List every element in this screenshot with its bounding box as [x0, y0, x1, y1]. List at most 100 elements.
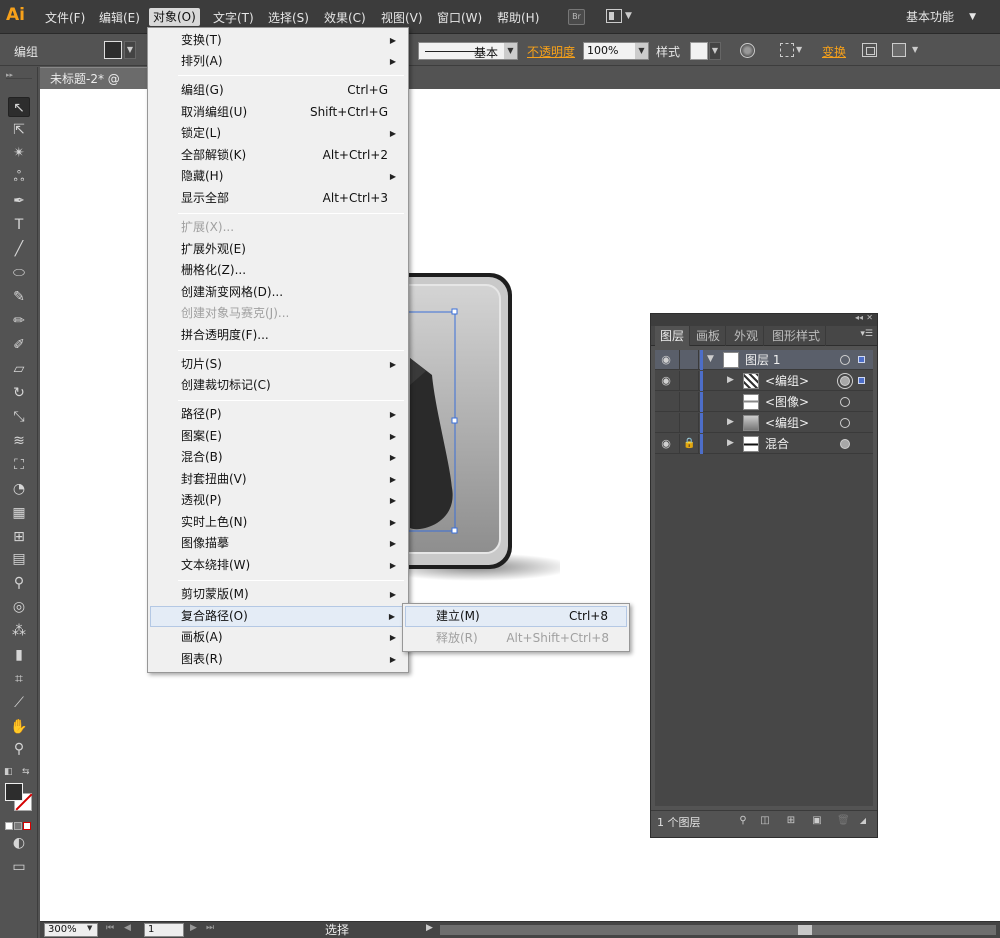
status-menu-icon[interactable]: ▶	[426, 923, 433, 933]
previous-artboard-icon[interactable]: ◀	[124, 923, 131, 933]
trash-icon[interactable]: 🗑	[837, 815, 850, 827]
chevron-down-icon[interactable]: ▼	[709, 42, 721, 60]
menu-item-envelope-distort[interactable]: 封套扭曲(V) ▶	[150, 469, 406, 490]
menu-item-arrange[interactable]: 排列(A) ▶	[150, 51, 406, 72]
target-icon[interactable]	[840, 376, 850, 386]
menu-item-pattern[interactable]: 图案(E) ▶	[150, 426, 406, 447]
menu-item-artboards[interactable]: 画板(A) ▶	[150, 627, 406, 648]
transform-link[interactable]: 变换	[822, 43, 846, 60]
layer-name[interactable]: <编组>	[765, 372, 809, 390]
submenu-item-make[interactable]: 建立(M) Ctrl+8	[405, 606, 627, 627]
warp-tool-icon[interactable]: ≋	[8, 431, 30, 451]
shape-builder-tool-icon[interactable]: ◔	[8, 479, 30, 499]
color-mode-buttons[interactable]	[5, 819, 33, 830]
gradient-tool-icon[interactable]: ▤	[8, 549, 30, 569]
column-graph-tool-icon[interactable]: ▮	[8, 645, 30, 665]
eraser-tool-icon[interactable]: ▱	[8, 359, 30, 379]
eyedropper-tool-icon[interactable]: ⚲	[8, 573, 30, 593]
align-icon[interactable]	[780, 43, 794, 57]
menu-item-create-trim-marks[interactable]: 创建裁切标记(C)	[150, 375, 406, 396]
panel-menu-icon[interactable]: ▾☰	[860, 329, 873, 339]
pencil-tool-icon[interactable]: ✏	[8, 311, 30, 331]
layer-row[interactable]: ◉ 🔒 ▶ 混合	[655, 434, 873, 454]
menu-item-expand[interactable]: 扩展(X)...	[150, 217, 406, 238]
chevron-down-icon[interactable]: ▼	[124, 41, 136, 59]
slice-tool-icon[interactable]: ⟋	[8, 693, 30, 713]
target-icon[interactable]	[840, 355, 850, 365]
chevron-down-icon[interactable]: ▼	[912, 45, 918, 54]
none-icon[interactable]	[23, 822, 31, 830]
layer-row[interactable]: ▶ <编组>	[655, 413, 873, 433]
blend-tool-icon[interactable]: ◎	[8, 597, 30, 617]
artboard-number-input[interactable]: 1	[144, 923, 184, 937]
menu-item-perspective[interactable]: 透视(P) ▶	[150, 490, 406, 511]
menu-item-expand-appearance[interactable]: 扩展外观(E)	[150, 239, 406, 260]
tab-layers[interactable]: 图层	[655, 326, 691, 346]
tab-appearance[interactable]: 外观	[729, 326, 765, 346]
tab-artboards[interactable]: 画板	[691, 326, 727, 346]
lasso-tool-icon[interactable]: ஃ	[8, 167, 30, 187]
lock-toggle[interactable]	[679, 350, 699, 370]
chevron-right-icon[interactable]: ▶	[727, 438, 734, 448]
eye-icon[interactable]: ◉	[659, 354, 673, 366]
locate-object-icon[interactable]: ⚲	[737, 815, 749, 827]
drawing-mode-icon[interactable]: ◐	[8, 833, 30, 853]
lock-toggle[interactable]	[679, 392, 699, 412]
eye-icon[interactable]: ◉	[659, 375, 673, 387]
menu-item-transform[interactable]: 变换(T) ▶	[150, 30, 406, 51]
blob-brush-tool-icon[interactable]: ✐	[8, 335, 30, 355]
control-panel-menu-icon[interactable]	[892, 43, 906, 57]
chevron-right-icon[interactable]: ▶	[727, 375, 734, 385]
mesh-tool-icon[interactable]: ⊞	[8, 527, 30, 547]
new-sublayer-icon[interactable]: ⊞	[785, 815, 797, 827]
artboard-tool-icon[interactable]: ⌗	[8, 669, 30, 689]
lock-icon[interactable]: 🔒	[683, 438, 695, 449]
opacity-link[interactable]: 不透明度	[527, 43, 575, 60]
menu-type[interactable]: 文字(T)	[209, 9, 258, 27]
chevron-down-icon[interactable]: ▼	[707, 354, 714, 364]
zoom-tool-icon[interactable]: ⚲	[8, 739, 30, 759]
scale-tool-icon[interactable]: ⤡	[8, 407, 30, 427]
ellipse-tool-icon[interactable]: ⬭	[8, 263, 30, 283]
panel-title-bar[interactable]: ◂◂ ✕	[651, 313, 877, 326]
last-artboard-icon[interactable]: ⏭	[206, 923, 214, 933]
target-icon[interactable]	[840, 418, 850, 428]
menu-item-image-trace[interactable]: 图像描摹 ▶	[150, 533, 406, 554]
chevron-down-icon[interactable]: ▼	[796, 45, 802, 54]
document-tab[interactable]: 未标题-2* @ 300%	[40, 67, 150, 108]
horizontal-scrollbar[interactable]	[440, 925, 996, 935]
chevron-down-icon[interactable]: ▼	[87, 924, 92, 932]
screen-mode-icon[interactable]: ▭	[8, 857, 30, 877]
close-panel-icon[interactable]: ✕	[866, 313, 873, 322]
pen-tool-icon[interactable]: ✒	[8, 191, 30, 211]
target-icon[interactable]	[840, 439, 850, 449]
menu-object[interactable]: 对象(O)	[149, 8, 200, 26]
menu-item-text-wrap[interactable]: 文本绕排(W) ▶	[150, 555, 406, 576]
symbol-sprayer-tool-icon[interactable]: ⁂	[8, 621, 30, 641]
layer-row[interactable]: <图像>	[655, 392, 873, 412]
menu-item-graph[interactable]: 图表(R) ▶	[150, 649, 406, 670]
submenu-item-release[interactable]: 释放(R) Alt+Shift+Ctrl+8	[405, 628, 627, 649]
rotate-tool-icon[interactable]: ↻	[8, 383, 30, 403]
tab-graphic-styles[interactable]: 图形样式	[767, 326, 827, 346]
selection-tool-icon[interactable]: ↖	[8, 97, 30, 117]
type-tool-icon[interactable]: T	[8, 215, 30, 235]
free-transform-tool-icon[interactable]: ⛶	[8, 455, 30, 475]
clipping-mask-icon[interactable]: ◫	[759, 815, 771, 827]
menu-item-clipping-mask[interactable]: 剪切蒙版(M) ▶	[150, 584, 406, 605]
menu-item-flatten-transparency[interactable]: 拼合透明度(F)...	[150, 325, 406, 346]
layer-name[interactable]: <编组>	[765, 414, 809, 432]
stroke-profile-dropdown[interactable]: 基本 ▼	[418, 42, 518, 60]
first-artboard-icon[interactable]: ⏮	[106, 923, 114, 933]
arrange-documents-button[interactable]: ▼	[606, 8, 634, 26]
graphic-style-swatch[interactable]	[690, 42, 708, 60]
menu-view[interactable]: 视图(V)	[377, 9, 427, 27]
layer-name[interactable]: <图像>	[765, 393, 809, 411]
menu-file[interactable]: 文件(F)	[41, 9, 89, 27]
menu-help[interactable]: 帮助(H)	[493, 9, 543, 27]
default-colors-icon[interactable]: ◧	[4, 767, 13, 777]
menu-item-slice[interactable]: 切片(S) ▶	[150, 354, 406, 375]
lock-toggle[interactable]	[679, 371, 699, 391]
layer-name[interactable]: 图层 1	[745, 351, 780, 369]
direct-selection-tool-icon[interactable]: ⇱	[8, 120, 30, 140]
